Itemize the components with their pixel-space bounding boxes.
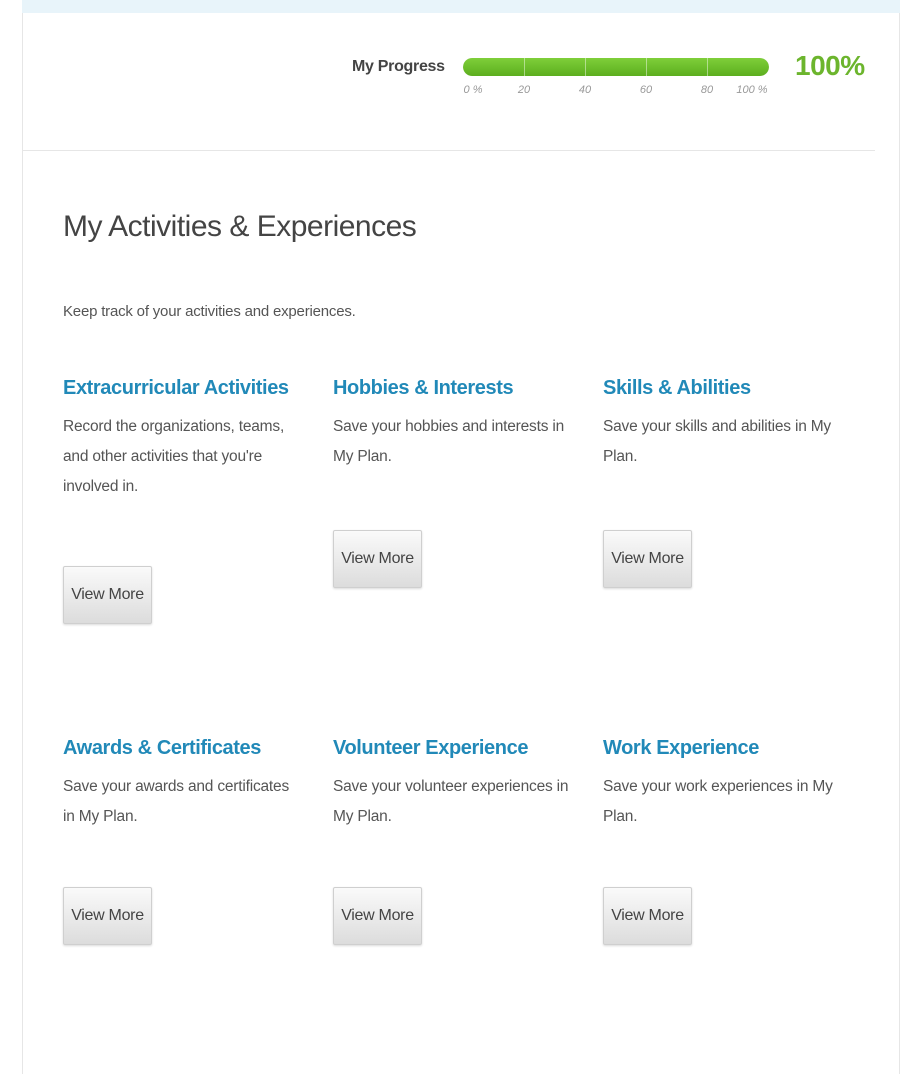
view-more-button[interactable]: View More: [333, 887, 422, 945]
card-description: Save your volunteer experiences in My Pl…: [333, 778, 569, 825]
progress-bar-divider: [707, 58, 708, 76]
card-title[interactable]: Volunteer Experience: [333, 734, 573, 762]
card-description: Record the organizations, teams, and oth…: [63, 418, 285, 495]
progress-percent: 100%: [795, 50, 865, 81]
card-extracurricular-activities: Extracurricular Activities Record the or…: [63, 374, 303, 634]
progress-label: My Progress: [352, 58, 445, 75]
progress-bar: [463, 58, 769, 76]
progress-bar-divider: [524, 58, 525, 76]
progress-tick: 100 %: [736, 84, 768, 96]
card-description: Save your hobbies and interests in My Pl…: [333, 418, 565, 465]
progress-bar-divider: [646, 58, 647, 76]
card-title[interactable]: Skills & Abilities: [603, 374, 843, 402]
card-title[interactable]: Awards & Certificates: [63, 734, 303, 762]
card-title[interactable]: Work Experience: [603, 734, 843, 762]
page-title: My Activities & Experiences: [63, 210, 417, 243]
view-more-button[interactable]: View More: [333, 530, 422, 588]
view-more-button[interactable]: View More: [603, 887, 692, 945]
view-more-button[interactable]: View More: [63, 566, 152, 624]
card-volunteer-experience: Volunteer Experience Save your volunteer…: [333, 734, 573, 964]
progress-bar-divider: [585, 58, 586, 76]
progress-header: [22, 13, 875, 151]
top-strip: [22, 0, 900, 13]
card-work-experience: Work Experience Save your work experienc…: [603, 734, 843, 964]
progress-tick: 0 %: [463, 84, 483, 96]
progress-tick: 60: [639, 84, 653, 96]
card-skills-abilities: Skills & Abilities Save your skills and …: [603, 374, 843, 604]
card-description: Save your work experiences in My Plan.: [603, 778, 833, 825]
progress-tick: 40: [578, 84, 592, 96]
view-more-button[interactable]: View More: [63, 887, 152, 945]
progress-bar-fill: [463, 58, 769, 76]
progress-tick: 80: [700, 84, 714, 96]
card-description: Save your awards and certificates in My …: [63, 778, 290, 825]
view-more-button[interactable]: View More: [603, 530, 692, 588]
card-description: Save your skills and abilities in My Pla…: [603, 418, 831, 465]
card-title[interactable]: Hobbies & Interests: [333, 374, 573, 402]
page-description: Keep track of your activities and experi…: [63, 303, 356, 320]
card-awards-certificates: Awards & Certificates Save your awards a…: [63, 734, 303, 964]
card-hobbies-interests: Hobbies & Interests Save your hobbies an…: [333, 374, 573, 604]
card-title[interactable]: Extracurricular Activities: [63, 374, 303, 402]
progress-tick: 20: [517, 84, 531, 96]
